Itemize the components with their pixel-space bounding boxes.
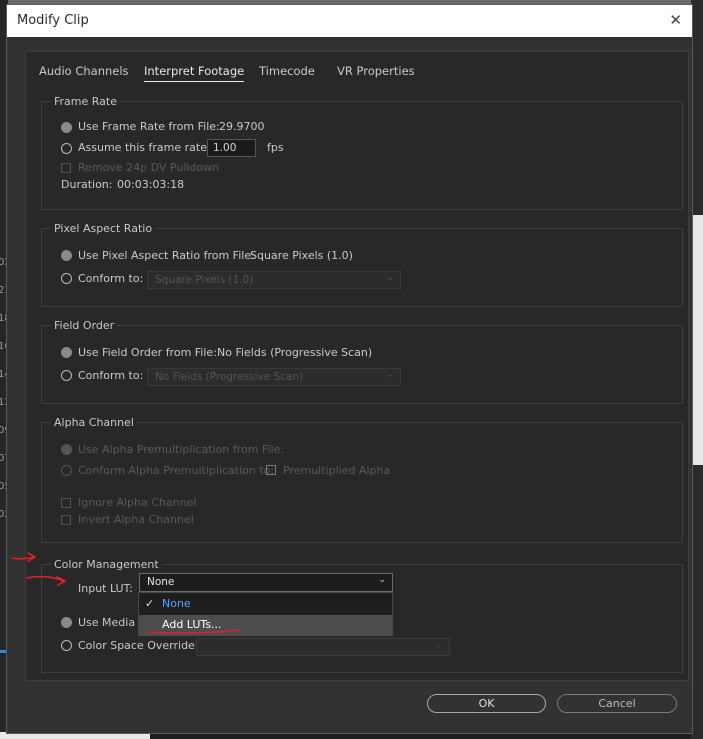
input-lut-value: None [147,576,175,588]
lut-option-add-luts-label: Add LUTs... [162,618,222,631]
color-space-override-radio[interactable] [61,640,72,651]
fps-unit-label: fps [267,141,284,154]
duration-label: Duration: [61,178,113,191]
pixel-aspect-from-file-radio[interactable] [61,250,72,261]
checkmark-icon: ✓ [145,597,155,610]
frame-rate-group: Frame Rate Use Frame Rate from File: 29.… [41,95,683,210]
pixel-aspect-group: Pixel Aspect Ratio Use Pixel Aspect Rati… [41,222,683,307]
field-order-conform-label: Conform to: [78,369,144,382]
invert-alpha-checkbox[interactable] [61,515,71,525]
assume-frame-rate-radio[interactable] [61,143,72,154]
pixel-aspect-conform-select[interactable]: Square Pixels (1.0) ⌄ [147,271,401,289]
color-management-title: Color Management [51,558,162,571]
input-lut-label: Input LUT: [78,582,133,595]
alpha-premult-from-file-label: Use Alpha Premultiplication from File: [78,443,285,456]
frame-rate-from-file-radio[interactable] [61,122,72,133]
premultiplied-alpha-checkbox[interactable] [266,465,276,475]
frame-rate-input[interactable]: 1.00 [207,139,256,157]
pixel-aspect-title: Pixel Aspect Ratio [51,222,156,235]
frame-rate-from-file-label: Use Frame Rate from File: [78,120,220,133]
pixel-aspect-conform-value: Square Pixels (1.0) [155,274,254,286]
chevron-down-icon: ⌄ [378,575,386,585]
chevron-down-icon: ⌄ [435,640,443,650]
pixel-aspect-from-file-value: Square Pixels (1.0) [250,249,353,262]
alpha-premult-from-file-radio[interactable] [61,444,72,455]
lut-option-none[interactable]: ✓ None [139,594,392,614]
input-lut-dropdown-menu: ✓ None Add LUTs... [138,592,393,636]
field-order-conform-value: No Fields (Progressive Scan) [155,371,304,383]
remove-pulldown-label: Remove 24p DV Pulldown [78,161,220,174]
field-order-from-file-label: Use Field Order from File: [78,346,217,359]
field-order-from-file-value: No Fields (Progressive Scan) [217,346,373,359]
alpha-channel-title: Alpha Channel [51,416,137,429]
lut-option-none-label: None [162,597,191,610]
tab-vr-properties[interactable]: VR Properties [337,64,415,78]
pixel-aspect-conform-radio[interactable] [61,273,72,284]
pixel-aspect-from-file-label: Use Pixel Aspect Ratio from File: [78,249,255,262]
chevron-down-icon: ⌄ [386,370,394,380]
alpha-conform-radio[interactable] [61,465,72,476]
color-space-override-select[interactable]: ⌄ [196,638,450,656]
title-bar[interactable]: Modify Clip ✕ [7,5,692,37]
frame-rate-from-file-value: 29.9700 [219,120,265,133]
use-media-color-space-radio[interactable] [61,617,72,628]
tab-interpret-footage[interactable]: Interpret Footage [144,64,245,82]
remove-pulldown-checkbox[interactable] [61,163,71,173]
lut-option-add-luts[interactable]: Add LUTs... [139,615,392,635]
alpha-channel-group: Alpha Channel Use Alpha Premultiplicatio… [41,416,683,543]
pixel-aspect-conform-label: Conform to: [78,272,144,285]
duration-value: 00:03:03:18 [117,178,185,191]
ignore-alpha-label: Ignore Alpha Channel [78,496,197,509]
field-order-from-file-radio[interactable] [61,347,72,358]
tab-audio-channels[interactable]: Audio Channels [39,64,129,78]
invert-alpha-label: Invert Alpha Channel [78,513,194,526]
color-space-override-label: Color Space Override: [78,639,199,652]
assume-frame-rate-label: Assume this frame rate: [78,141,211,154]
dialog-title: Modify Clip [17,13,89,28]
field-order-conform-radio[interactable] [61,370,72,381]
alpha-conform-label: Conform Alpha Premultiplication to: [78,464,275,477]
close-icon[interactable]: ✕ [669,11,682,29]
field-order-title: Field Order [51,319,118,332]
tab-timecode[interactable]: Timecode [259,64,315,78]
ignore-alpha-checkbox[interactable] [61,498,71,508]
premultiplied-alpha-label: Premultiplied Alpha [283,464,391,477]
cancel-button[interactable]: Cancel [557,694,677,713]
input-lut-select[interactable]: None ⌄ [139,573,393,592]
frame-rate-title: Frame Rate [51,95,120,108]
chevron-down-icon: ⌄ [386,273,394,283]
field-order-group: Field Order Use Field Order from File: N… [41,319,683,404]
field-order-conform-select[interactable]: No Fields (Progressive Scan) ⌄ [147,368,401,386]
ok-button[interactable]: OK [427,694,546,713]
